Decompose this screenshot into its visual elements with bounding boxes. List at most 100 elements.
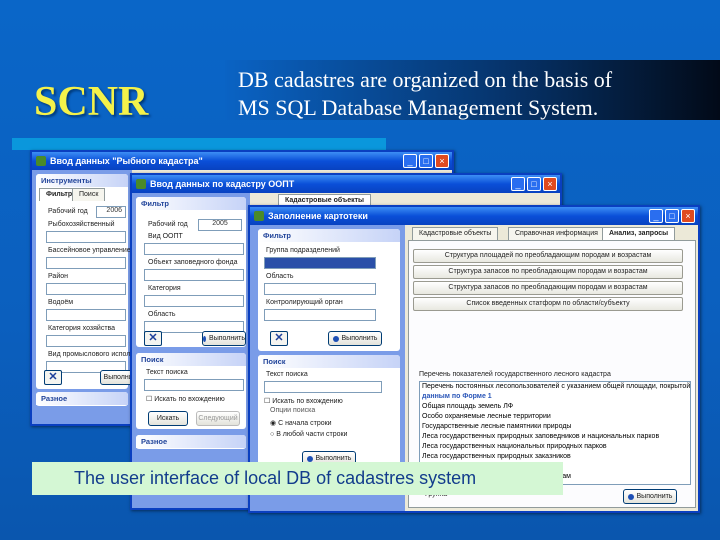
list-item[interactable]: Леса государственных природных заповедни… (420, 432, 690, 442)
field-label: Район (48, 273, 68, 280)
panel-header: Фильтр (258, 229, 400, 242)
field-label: Вид ООПТ (148, 233, 183, 240)
list-item[interactable]: Леса государственных национальных природ… (420, 442, 690, 452)
minimize-button[interactable]: _ (649, 209, 663, 223)
title-bar[interactable]: Заполнение картотеки (250, 207, 698, 225)
maximize-button[interactable]: □ (665, 209, 679, 223)
list-item[interactable]: Перечень постоянных лесопользователей с … (420, 382, 690, 392)
app-icon (254, 211, 264, 221)
slide-caption: The user interface of local DB of cadast… (32, 462, 563, 495)
combo[interactable] (46, 257, 126, 269)
clear-button[interactable]: ✕ (270, 331, 288, 346)
button-label: Искать (156, 415, 180, 422)
minimize-button[interactable]: _ (511, 177, 525, 191)
logo: SCNR (34, 79, 149, 125)
tab-analysis[interactable]: Анализ, запросы (602, 227, 676, 240)
query-button[interactable]: Структура площадей по преобладающим поро… (413, 249, 683, 263)
execute-button[interactable]: Выполнить (202, 331, 246, 346)
find-button[interactable]: Искать (148, 411, 188, 426)
list-item[interactable]: Общая площадь земель ЛФ (420, 402, 690, 412)
misc-panel: Разное (136, 435, 246, 449)
misc-panel: Разное (36, 392, 128, 406)
tab-cadastre-objects[interactable]: Кадастровые объекты (412, 227, 499, 240)
filter-panel: Фильтр Группа подразделений Область Конт… (258, 229, 400, 351)
list-item[interactable]: данным по Форме 1 (420, 392, 690, 402)
close-button[interactable]: × (435, 154, 449, 168)
by-entry-checkbox[interactable]: ☐ Искать по вхождению (264, 397, 343, 405)
button-label: Выполнить (636, 493, 673, 500)
search-panel: Поиск Текст поиска ☐ Искать по вхождению… (136, 353, 246, 429)
list-item[interactable]: Леса государственных природных заказнико… (420, 452, 690, 462)
list-item[interactable]: Особо охраняемые лесные территории (420, 412, 690, 422)
field-label: Область (266, 273, 294, 280)
checkbox-label: Искать по вхождению (272, 398, 343, 405)
subtitle-line: DB cadastres are organized on the basis … (238, 67, 613, 92)
tab-reference[interactable]: Справочная информация (508, 227, 605, 240)
clear-button[interactable]: ✕ (44, 370, 62, 385)
close-button[interactable]: × (681, 209, 695, 223)
subtitle-line: MS SQL Database Management System. (238, 95, 599, 120)
list-item[interactable]: Государственные лесные памятники природы (420, 422, 690, 432)
field-label: Бассейновое управление (48, 247, 131, 254)
combo[interactable] (46, 231, 126, 243)
group-label: Перечень показателей государственного ле… (419, 371, 611, 378)
clear-button[interactable]: ✕ (144, 331, 162, 346)
minimize-button[interactable]: _ (403, 154, 417, 168)
year-stepper[interactable]: 2005 (198, 219, 242, 231)
year-label: Рабочий год (148, 221, 188, 228)
query-button[interactable]: Список введенных статформ по области/суб… (413, 297, 683, 311)
close-button[interactable]: × (543, 177, 557, 191)
list-execute-button[interactable]: Выполнить (623, 489, 677, 504)
tab-search[interactable]: Поиск (72, 188, 106, 201)
app-icon (36, 156, 46, 166)
combo[interactable] (46, 283, 126, 295)
next-button[interactable]: Следующий (196, 411, 240, 426)
search-panel: Поиск Текст поиска ☐ Искать по вхождению… (258, 355, 400, 475)
window-title: Ввод данных по кадастру ООПТ (150, 179, 295, 189)
panel-header: Инструменты (36, 174, 128, 187)
combo[interactable] (46, 335, 126, 347)
year-stepper[interactable]: 2006 (96, 206, 126, 218)
checkbox-label: Искать по вхождению (154, 396, 225, 403)
panel-header: Фильтр (136, 197, 246, 210)
combo[interactable] (144, 295, 244, 307)
play-icon (627, 493, 634, 500)
radio-label: С начала строки (278, 420, 332, 427)
field-label: Водоём (48, 299, 74, 306)
button-label: Выполнить (209, 335, 245, 342)
combo[interactable] (144, 269, 244, 281)
region-combo[interactable] (264, 283, 376, 295)
radio-anywhere[interactable]: ○ В любой части строки (270, 431, 347, 438)
group-combo[interactable] (264, 257, 376, 269)
radio-label: В любой части строки (276, 431, 348, 438)
decor-strip (12, 138, 386, 150)
field-label: Область (148, 311, 176, 318)
play-icon (332, 335, 339, 342)
play-icon (203, 335, 207, 342)
field-label: Текст поиска (266, 371, 308, 378)
title-bar[interactable]: Ввод данных "Рыбного кадастра" (32, 152, 452, 170)
query-button[interactable]: Структура запасов по преобладающим пород… (413, 281, 683, 295)
by-entry-checkbox[interactable]: ☐ Искать по вхождению (146, 395, 225, 403)
year-label: Рабочий год (48, 208, 88, 215)
authority-combo[interactable] (264, 309, 376, 321)
panel-header: Поиск (136, 353, 246, 366)
search-input[interactable] (144, 379, 244, 391)
query-button[interactable]: Структура запасов по преобладающим пород… (413, 265, 683, 279)
play-icon (306, 455, 313, 462)
panel-header: Разное (36, 392, 128, 405)
field-label: Контролирующий орган (266, 299, 343, 306)
field-label: Рыбохозяйственный (48, 221, 115, 228)
execute-button[interactable]: Выполнить (328, 331, 382, 346)
filter-panel: Фильтр Рабочий год 2005 Вид ООПТ Объект … (136, 197, 246, 347)
window-title: Ввод данных "Рыбного кадастра" (50, 156, 203, 166)
combo[interactable] (144, 243, 244, 255)
maximize-button[interactable]: □ (419, 154, 433, 168)
field-label: Категория хозяйства (48, 325, 116, 332)
title-bar[interactable]: Ввод данных по кадастру ООПТ (132, 175, 560, 193)
maximize-button[interactable]: □ (527, 177, 541, 191)
radio-from-start[interactable]: ◉ С начала строки (270, 419, 332, 427)
search-input[interactable] (264, 381, 382, 393)
app-icon (136, 179, 146, 189)
combo[interactable] (46, 309, 126, 321)
